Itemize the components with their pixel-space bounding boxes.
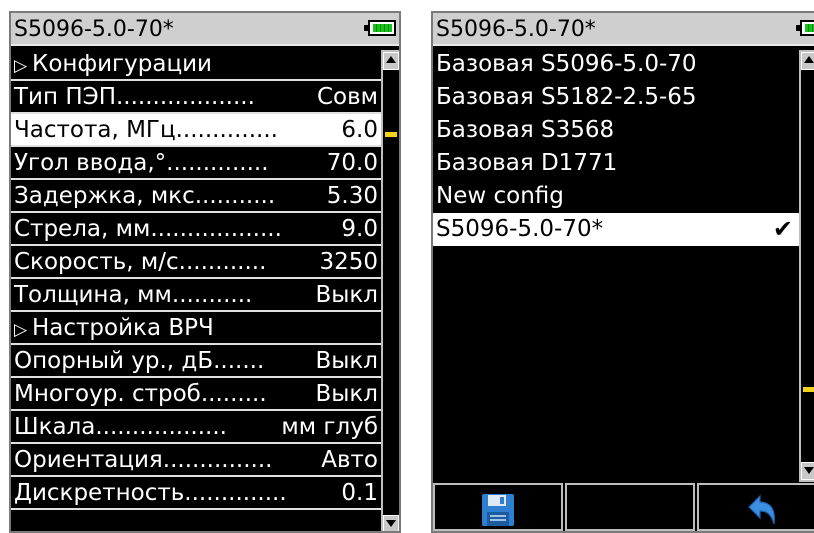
menu-row-label: Настройка ВРЧ — [32, 315, 214, 341]
config-name: Базовая S5182-2.5-65 — [436, 84, 697, 110]
settings-menu: ▷ Конфигурации Тип ПЭП................... С… — [11, 48, 381, 510]
arrow-down-icon — [804, 467, 814, 474]
menu-row[interactable]: Опорный ур., дБ....... Выкл — [11, 345, 381, 378]
scroll-up-button[interactable] — [383, 52, 399, 70]
menu-row-value: 3250 — [319, 249, 378, 275]
config-title: S5096-5.0-70* — [436, 17, 596, 42]
config-name: Базовая S5096-5.0-70 — [436, 51, 697, 77]
config-title: S5096-5.0-70* — [14, 17, 174, 42]
menu-row-label: Дискретность.............. — [14, 480, 287, 506]
scroll-thumb[interactable] — [803, 387, 814, 393]
config-name: Базовая S3568 — [436, 117, 615, 143]
menu-row[interactable]: Дискретность.............. 0.1 — [11, 477, 381, 510]
config-list-item[interactable]: S5096-5.0-70* ✔ — [433, 213, 799, 246]
scroll-thumb[interactable] — [385, 131, 397, 137]
menu-row-label: Многоур. строб......... — [14, 381, 267, 407]
expand-triangle-icon: ▷ — [14, 320, 28, 340]
scrollbar[interactable] — [799, 50, 814, 482]
undo-arrow-icon — [748, 494, 775, 525]
device-screen-settings: S5096-5.0-70* ▷ Конфигурации Тип ПЭП......… — [9, 11, 401, 533]
menu-row-value: Авто — [321, 447, 378, 473]
menu-row[interactable]: Толщина, мм........... Выкл — [11, 279, 381, 312]
undo-button[interactable] — [697, 483, 814, 531]
arrow-down-icon — [386, 520, 396, 527]
config-list-item[interactable]: Базовая S5096-5.0-70 — [433, 48, 799, 81]
menu-row-label: Конфигурации — [32, 51, 212, 77]
menu-row[interactable]: Угол ввода,°.............. 70.0 — [11, 147, 381, 180]
arrow-up-icon — [804, 56, 814, 63]
menu-row[interactable]: Скорость, м/с............ 3250 — [11, 246, 381, 279]
empty-function-key[interactable] — [565, 483, 695, 531]
menu-row[interactable]: Ориентация............... Авто — [11, 444, 381, 477]
battery-full-icon — [796, 20, 814, 36]
menu-row-label: Угол ввода,°.............. — [14, 150, 269, 176]
menu-row-label: Скорость, м/с............ — [14, 249, 267, 275]
menu-row-label: Опорный ур., дБ....... — [14, 348, 265, 374]
config-list: Базовая S5096-5.0-70 Базовая S5182-2.5-65… — [433, 48, 799, 246]
menu-row-value: 6.0 — [341, 117, 378, 143]
scroll-down-button[interactable] — [801, 462, 814, 480]
menu-row-value: 0.1 — [341, 480, 378, 506]
config-name: S5096-5.0-70* — [436, 216, 604, 242]
menu-row-value: Выкл — [315, 348, 378, 374]
menu-row[interactable]: Задержка, мкс........... 5.30 — [11, 180, 381, 213]
menu-row-value: мм глуб — [281, 414, 378, 440]
title-bar: S5096-5.0-70* — [433, 13, 814, 46]
config-name: Базовая D1771 — [436, 150, 618, 176]
menu-row[interactable]: Частота, МГц.............. 6.0 — [11, 114, 381, 147]
device-screen-configurations: S5096-5.0-70* Базовая S5096-5.0-70 Базова… — [431, 11, 814, 533]
arrow-up-icon — [386, 56, 396, 63]
expand-triangle-icon: ▷ — [14, 56, 28, 76]
menu-row-label: Шкала.................. — [14, 414, 227, 440]
save-floppy-icon — [482, 494, 514, 526]
menu-row-label: Стрела, мм.................. — [14, 216, 282, 242]
menu-row[interactable]: Тип ПЭП................... Совм — [11, 81, 381, 114]
config-list-item[interactable]: Базовая S3568 — [433, 114, 799, 147]
menu-row-label: Толщина, мм........... — [14, 282, 253, 308]
scroll-down-button[interactable] — [383, 515, 399, 531]
menu-row-value: 70.0 — [326, 150, 378, 176]
config-list-item[interactable]: New config — [433, 180, 799, 213]
menu-section-header[interactable]: ▷ Настройка ВРЧ — [11, 312, 381, 345]
menu-row-value: 9.0 — [341, 216, 378, 242]
menu-row-label: Ориентация............... — [14, 447, 273, 473]
save-button[interactable] — [433, 483, 563, 531]
scrollbar[interactable] — [381, 50, 399, 531]
menu-row-value: 5.30 — [326, 183, 378, 209]
menu-row-value: Выкл — [315, 381, 378, 407]
menu-section-header[interactable]: ▷ Конфигурации — [11, 48, 381, 81]
menu-row-value: Совм — [316, 84, 378, 110]
config-list-item[interactable]: Базовая D1771 — [433, 147, 799, 180]
title-bar: S5096-5.0-70* — [11, 13, 399, 46]
menu-row-value: Выкл — [315, 282, 378, 308]
menu-row-label: Частота, МГц.............. — [14, 117, 278, 143]
menu-row-label: Тип ПЭП................... — [14, 84, 255, 110]
scroll-up-button[interactable] — [801, 52, 814, 70]
battery-full-icon — [364, 20, 396, 36]
menu-row-label: Задержка, мкс........... — [14, 183, 276, 209]
function-key-bar — [433, 483, 814, 531]
menu-row[interactable]: Стрела, мм.................. 9.0 — [11, 213, 381, 246]
config-list-item[interactable]: Базовая S5182-2.5-65 — [433, 81, 799, 114]
config-name: New config — [436, 183, 564, 209]
menu-row[interactable]: Многоур. строб......... Выкл — [11, 378, 381, 411]
menu-row[interactable]: Шкала.................. мм глуб — [11, 411, 381, 444]
checkmark-icon: ✔ — [772, 215, 793, 243]
